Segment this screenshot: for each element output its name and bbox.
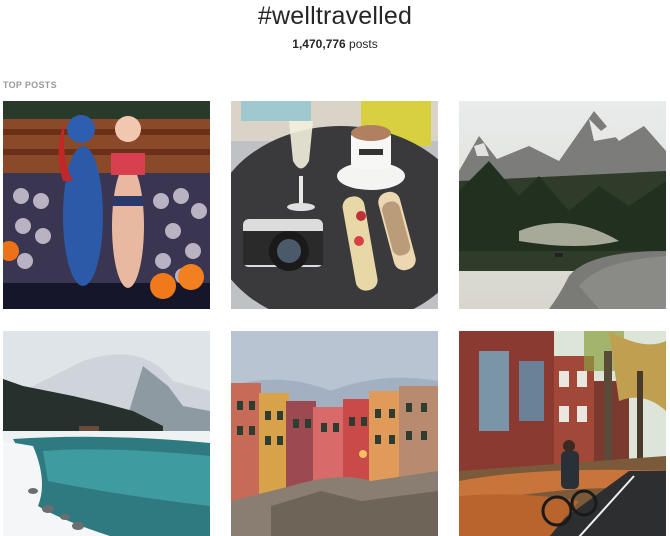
post-thumbnail-mountain-valley[interactable] bbox=[459, 101, 666, 309]
post-image-colorful-houses bbox=[231, 331, 438, 536]
post-count-suffix: posts bbox=[345, 37, 378, 51]
top-posts-label: TOP POSTS bbox=[3, 80, 57, 90]
post-count-number: 1,470,776 bbox=[292, 37, 346, 51]
post-image-halloween bbox=[3, 101, 210, 309]
post-thumbnail-snowy-lake[interactable] bbox=[3, 330, 210, 536]
post-thumbnail-autumn-street[interactable] bbox=[459, 330, 666, 536]
post-thumbnail-colorful-houses[interactable] bbox=[231, 330, 438, 536]
post-image-mountain-valley bbox=[459, 101, 666, 309]
post-image-autumn-street bbox=[459, 331, 666, 536]
hashtag-title: #welltravelled bbox=[257, 2, 413, 30]
post-image-cafe bbox=[231, 101, 438, 309]
post-count: 1,470,776 posts bbox=[0, 37, 670, 51]
post-image-snowy-lake bbox=[3, 331, 210, 536]
post-thumbnail-halloween[interactable] bbox=[3, 101, 210, 309]
post-thumbnail-cafe[interactable] bbox=[231, 101, 438, 309]
